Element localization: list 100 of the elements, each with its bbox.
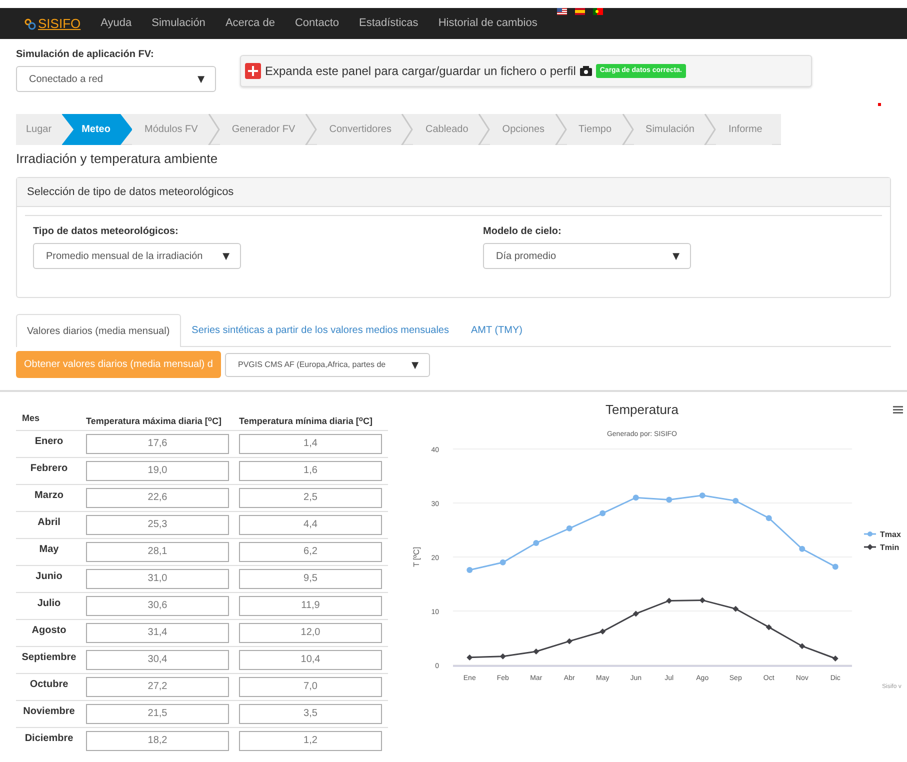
table-cell: Octubre [16, 673, 82, 700]
select-field[interactable]: Promedio mensual de la irradiación ▼ [33, 243, 241, 269]
chevron-icon [401, 114, 414, 145]
wizard-step[interactable]: Meteo [62, 114, 132, 145]
table-cell: Noviembre [16, 700, 82, 727]
select-field[interactable]: Conectado a red ▼ [16, 66, 216, 92]
data-point [832, 656, 838, 662]
chevron-icon [554, 114, 567, 145]
plus-icon[interactable] [245, 63, 261, 79]
tab[interactable]: Valores diarios (media mensual) [16, 314, 181, 347]
gear-logo-icon [24, 18, 36, 30]
flag-icon[interactable] [593, 8, 604, 15]
chevron-icon [208, 114, 220, 145]
caret-icon: ▼ [409, 356, 421, 374]
chevron-icon [622, 114, 634, 145]
table-cell: May [16, 538, 82, 565]
data-point [500, 653, 506, 660]
data-point [766, 624, 772, 630]
caret-icon: ▼ [195, 70, 207, 88]
table-input[interactable]: 19,0 [86, 460, 229, 480]
table-input[interactable]: 9,5 [239, 568, 382, 588]
column-header: Mes [16, 394, 82, 430]
data-point [832, 564, 838, 570]
panel-text: Expanda este panel para cargar/guardar un fichero o perfil [265, 63, 576, 80]
nav-link[interactable]: Simulación [152, 15, 206, 32]
data-point [799, 643, 806, 650]
flag-icon[interactable] [557, 8, 568, 15]
table-cell: Enero [16, 430, 82, 457]
table-input[interactable]: 31,4 [86, 622, 229, 642]
table-input[interactable]: 10,4 [239, 650, 382, 670]
caret-icon: ▼ [220, 247, 232, 265]
table-cell: Agosto [16, 619, 82, 646]
table-input[interactable]: 31,0 [86, 568, 229, 588]
field-label: Modelo de cielo: [483, 225, 562, 239]
table-input[interactable]: 27,2 [86, 676, 229, 696]
data-point [732, 606, 739, 612]
select-field[interactable]: PVGIS CMS AF (Europa,Africa, partes de ▼ [224, 352, 430, 376]
tab[interactable]: Series sintéticas a partir de los valores medios mensuales [180, 314, 460, 346]
table-cell: Marzo [16, 484, 82, 511]
menu-icon[interactable] [893, 406, 903, 414]
legend-item[interactable]: Tmax [864, 530, 901, 539]
table-input[interactable]: 30,6 [86, 596, 229, 616]
column-header: Temperatura máxima diaria [$^{o}$C] [82, 394, 235, 430]
table-input[interactable]: 7,0 [239, 676, 382, 696]
data-point [666, 496, 672, 503]
data-point [533, 648, 540, 654]
table-input[interactable]: 28,1 [86, 542, 229, 562]
table-cell: Septiembre [16, 646, 82, 673]
select-field[interactable]: Día promedio ▼ [483, 243, 691, 269]
panel-title: Selección de tipo de datos meteorológicos [17, 178, 890, 207]
data-point [600, 510, 606, 516]
table-input[interactable]: 17,6 [86, 434, 229, 454]
data-point [600, 628, 606, 635]
data-point [533, 540, 540, 546]
tab[interactable]: AMT (TMY) [460, 314, 534, 346]
section-heading: Irradiación y temperatura ambiente [16, 150, 219, 168]
legend-label: Tmin [880, 543, 900, 552]
nav-link[interactable]: Historial de cambios [438, 15, 538, 32]
data-point [699, 492, 706, 498]
table-input[interactable]: 18,2 [86, 730, 229, 750]
legend-label: Tmax [880, 530, 902, 539]
table-input[interactable]: 3,5 [239, 704, 382, 724]
camera-icon [580, 66, 592, 76]
caret-icon: ▼ [670, 247, 682, 265]
chevron-icon [704, 114, 716, 145]
table-input[interactable]: 1,6 [239, 460, 382, 480]
table-input[interactable]: 21,5 [86, 704, 229, 724]
data-point [466, 654, 473, 660]
table-cell: Febrero [16, 457, 82, 484]
nav-link[interactable]: Estadísticas [359, 15, 418, 32]
data-point [699, 597, 706, 604]
table-input[interactable]: 6,2 [239, 542, 382, 562]
axis-title: T [ºC] [412, 546, 421, 568]
data-point [766, 515, 772, 522]
table-input[interactable]: 25,3 [86, 514, 229, 534]
table-input[interactable]: 1,2 [239, 730, 382, 750]
field-label: Tipo de datos meteorológicos: [33, 225, 180, 239]
chevron-icon [305, 114, 318, 145]
data-point [799, 546, 806, 552]
table-cell: Abril [16, 511, 82, 538]
table-input[interactable]: 12,0 [239, 622, 382, 642]
data-point [500, 559, 506, 566]
nav-link[interactable]: Ayuda [100, 15, 132, 32]
table-input[interactable]: 11,9 [239, 596, 382, 616]
table-input[interactable]: 22,6 [86, 488, 229, 508]
brand-link[interactable]: SISIFO [24, 14, 81, 34]
table-input[interactable]: 30,4 [86, 650, 229, 670]
table-input[interactable]: 1,4 [239, 434, 382, 454]
column-header: Temperatura mínima diaria [$^{o}$C] [235, 394, 388, 430]
nav-link[interactable]: Contacto [294, 15, 339, 32]
table-input[interactable]: 2,5 [239, 488, 382, 508]
legend-item[interactable]: Tmin [864, 543, 900, 552]
flag-icon[interactable] [575, 8, 586, 15]
status-mark [878, 103, 881, 106]
table-cell: Diciembre [16, 727, 82, 754]
table-input[interactable]: 4,4 [239, 514, 382, 534]
nav-link[interactable]: Acerca de [225, 15, 275, 32]
chart-title: Temperatura [606, 402, 678, 417]
table-cell: Julio [16, 592, 82, 619]
data-point [666, 598, 672, 604]
